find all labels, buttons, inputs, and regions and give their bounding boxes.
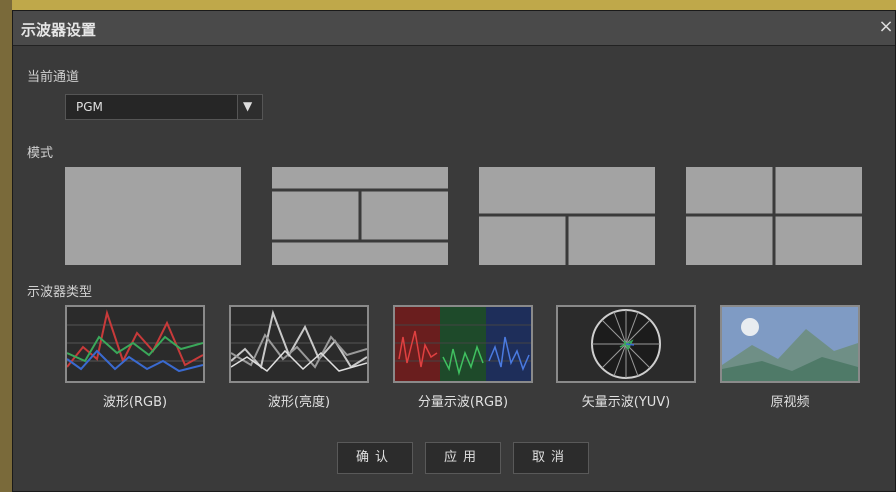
- scope-type-luma-waveform[interactable]: 波形(亮度): [229, 305, 369, 410]
- thumb-frame: [720, 305, 860, 383]
- mode-option-top-split-bottom[interactable]: [272, 167, 448, 265]
- thumb-frame: [556, 305, 696, 383]
- oscilloscope-settings-dialog: 示波器设置 × 当前通道 PGM ▼ 模式 示波器类型 波形(RGB) 波形(亮…: [12, 10, 896, 492]
- chevron-down-icon: ▼: [243, 99, 253, 113]
- thumb-frame: [65, 305, 205, 383]
- close-icon[interactable]: ×: [877, 16, 895, 37]
- scope-type-label-luma-waveform: 波形(亮度): [267, 395, 331, 410]
- scope-type-rgb-waveform[interactable]: 波形(RGB): [65, 305, 205, 410]
- thumb-frame: [393, 305, 533, 383]
- scope-type-original-video[interactable]: 原视频: [720, 305, 860, 410]
- layout-top-two-bottom-icon: [479, 167, 655, 265]
- scope-type-label-vectorscope: 矢量示波(YUV): [581, 395, 671, 410]
- scope-type-rgb-parade[interactable]: 分量示波(RGB): [393, 305, 533, 410]
- vectorscope-icon: [558, 307, 694, 381]
- background-window-edge: [0, 0, 12, 492]
- original-video-icon: [722, 307, 858, 381]
- mode-option-one-top-two-bottom[interactable]: [479, 167, 655, 265]
- channel-select-value: PGM: [76, 100, 103, 114]
- layout-split-icon: [272, 167, 448, 265]
- dialog-titlebar: 示波器设置 ×: [13, 11, 895, 46]
- channel-dropdown-button[interactable]: ▼: [237, 95, 262, 119]
- ok-button[interactable]: 确认: [337, 442, 413, 474]
- scope-type-label-rgb-waveform: 波形(RGB): [102, 395, 168, 410]
- rgb-parade-icon: [395, 307, 531, 381]
- mode-label: 模式: [27, 146, 54, 161]
- cancel-button[interactable]: 取消: [513, 442, 589, 474]
- dialog-title: 示波器设置: [21, 21, 97, 39]
- rgb-waveform-icon: [67, 307, 203, 381]
- luma-waveform-icon: [231, 307, 367, 381]
- thumb-frame: [229, 305, 369, 383]
- channel-select[interactable]: PGM ▼: [65, 94, 263, 120]
- scope-type-label: 示波器类型: [27, 285, 93, 300]
- scope-type-label-rgb-parade: 分量示波(RGB): [417, 395, 509, 410]
- mode-option-quad[interactable]: [686, 167, 862, 265]
- scope-type-label-original-video: 原视频: [770, 395, 810, 410]
- current-channel-label: 当前通道: [27, 70, 80, 85]
- scope-type-vectorscope[interactable]: 矢量示波(YUV): [556, 305, 696, 410]
- apply-button[interactable]: 应用: [425, 442, 501, 474]
- layout-single-icon: [65, 167, 241, 265]
- mode-option-single[interactable]: [65, 167, 241, 265]
- layout-quad-icon: [686, 167, 862, 265]
